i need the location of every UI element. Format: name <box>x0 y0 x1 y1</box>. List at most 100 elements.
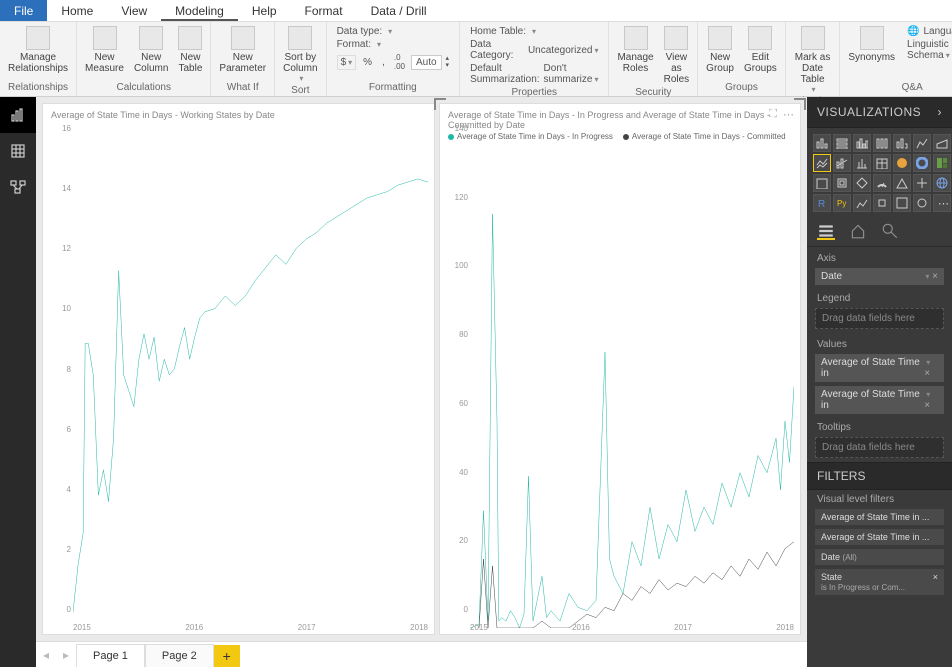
synonyms-button[interactable]: Synonyms <box>844 24 899 65</box>
decimals-stepper[interactable]: Auto <box>411 55 442 70</box>
viz-type-0[interactable] <box>813 134 831 152</box>
linguistic-schema-dropdown[interactable]: Linguistic Schema <box>907 39 952 61</box>
hometable-dropdown[interactable] <box>530 26 536 37</box>
viz-type-23[interactable] <box>853 194 871 212</box>
menu-view[interactable]: View <box>107 0 161 21</box>
view-as-roles-button[interactable]: View as Roles <box>660 24 694 87</box>
new-column-button[interactable]: New Column <box>130 24 172 76</box>
viz-type-17[interactable] <box>873 174 891 192</box>
comma-button[interactable]: , <box>379 56 388 69</box>
remove-value-2[interactable]: × <box>924 400 930 411</box>
filter-avg-state-time-1[interactable]: Average of State Time in ... <box>815 509 944 525</box>
edit-groups-button[interactable]: Edit Groups <box>740 24 781 76</box>
viz-type-9[interactable] <box>853 154 871 172</box>
svg-text:R: R <box>818 199 825 209</box>
menu-file[interactable]: File <box>0 0 47 21</box>
tooltips-field-well[interactable]: Drag data fields here <box>815 437 944 458</box>
axis-field-date[interactable]: Date × <box>815 268 944 285</box>
language-dropdown[interactable]: Language <box>924 26 952 37</box>
group-sort-label: Sort <box>291 85 309 97</box>
viz-type-21[interactable]: R <box>813 194 831 212</box>
decimals-spinner[interactable]: ▴▾ <box>446 55 450 69</box>
datatype-dropdown[interactable] <box>386 26 392 37</box>
menu-modeling[interactable]: Modeling <box>161 0 238 21</box>
data-view-button[interactable] <box>0 133 36 169</box>
viz-type-24[interactable] <box>873 194 891 212</box>
filter-date[interactable]: Date (All) <box>815 549 944 565</box>
remove-axis-field[interactable]: × <box>932 271 938 282</box>
new-measure-button[interactable]: New Measure <box>81 24 128 76</box>
viz-type-13[interactable] <box>933 154 951 172</box>
viz-type-12[interactable] <box>913 154 931 172</box>
remove-state-filter[interactable]: × <box>933 572 938 592</box>
edit-groups-icon <box>748 26 772 50</box>
group-icon <box>708 26 732 50</box>
viz-type-6[interactable] <box>933 134 951 152</box>
page-prev-button[interactable]: ◂ <box>36 648 56 667</box>
menu-help[interactable]: Help <box>238 0 291 21</box>
viz-type-8[interactable] <box>833 154 851 172</box>
datacat-value[interactable]: Uncategorized <box>528 45 599 56</box>
chart-inprogress-committed[interactable]: ⛶ ⋯ Average of State Time in Days - In P… <box>439 103 801 635</box>
more-options-icon[interactable]: ⋯ <box>783 108 794 121</box>
chart1-xaxis: 2015201620172018 <box>73 623 428 632</box>
new-group-button[interactable]: New Group <box>702 24 738 76</box>
group-whatif-label: What If <box>227 82 259 94</box>
filters-header[interactable]: FILTERS <box>807 462 952 490</box>
viz-type-27[interactable]: ⋯ <box>933 194 951 212</box>
new-parameter-button[interactable]: New Parameter <box>215 24 270 76</box>
filter-avg-state-time-2[interactable]: Average of State Time in ... <box>815 529 944 545</box>
viz-type-15[interactable] <box>833 174 851 192</box>
page-tab-1[interactable]: Page 1 <box>76 644 145 667</box>
viz-type-2[interactable] <box>853 134 871 152</box>
viz-type-4[interactable] <box>893 134 911 152</box>
menu-format[interactable]: Format <box>291 0 357 21</box>
defsum-value[interactable]: Don't summarize <box>544 63 599 85</box>
sort-by-column-button[interactable]: Sort by Column <box>279 24 321 85</box>
viz-type-25[interactable] <box>893 194 911 212</box>
viz-type-16[interactable] <box>853 174 871 192</box>
chart-working-states[interactable]: Average of State Time in Days - Working … <box>42 103 435 635</box>
viz-type-7[interactable] <box>813 154 831 172</box>
menu-data-drill[interactable]: Data / Drill <box>357 0 441 21</box>
page-tab-2[interactable]: Page 2 <box>145 644 214 667</box>
viz-type-19[interactable] <box>913 174 931 192</box>
model-view-button[interactable] <box>0 169 36 205</box>
viz-type-20[interactable] <box>933 174 951 192</box>
visualizations-header[interactable]: VISUALIZATIONS› <box>807 97 952 128</box>
currency-button[interactable]: $ <box>337 55 357 70</box>
value-field-2[interactable]: Average of State Time in × <box>815 386 944 414</box>
report-canvas[interactable]: Average of State Time in Days - Working … <box>36 97 807 667</box>
analytics-tab[interactable] <box>881 222 899 240</box>
manage-roles-button[interactable]: Manage Roles <box>613 24 657 76</box>
viz-type-10[interactable] <box>873 154 891 172</box>
value-field-1[interactable]: Average of State Time in × <box>815 354 944 382</box>
roles-icon <box>624 26 648 50</box>
viz-type-22[interactable]: Py <box>833 194 851 212</box>
add-page-button[interactable]: + <box>214 645 240 667</box>
viz-type-11[interactable] <box>893 154 911 172</box>
fields-tab[interactable] <box>817 222 835 240</box>
sort-icon <box>288 26 312 50</box>
manage-relationships-button[interactable]: Manage Relationships <box>4 24 72 76</box>
viz-type-3[interactable] <box>873 134 891 152</box>
focus-mode-icon[interactable]: ⛶ <box>769 108 777 121</box>
viz-type-18[interactable] <box>893 174 911 192</box>
remove-value-1[interactable]: × <box>924 368 930 379</box>
viz-type-1[interactable] <box>833 134 851 152</box>
chart1-yaxis: 1614121086420 <box>49 124 71 614</box>
legend-field-well[interactable]: Drag data fields here <box>815 308 944 329</box>
page-next-button[interactable]: ▸ <box>56 648 76 667</box>
format-dropdown[interactable] <box>375 39 381 50</box>
format-tab[interactable] <box>849 222 867 240</box>
menu-home[interactable]: Home <box>47 0 107 21</box>
filter-state[interactable]: Stateis In Progress or Com...× <box>815 569 944 595</box>
page-tabs: ◂ ▸ Page 1 Page 2 + <box>36 641 807 667</box>
mark-date-table-button[interactable]: Mark as Date Table <box>790 24 836 96</box>
report-view-button[interactable] <box>0 97 36 133</box>
percent-button[interactable]: % <box>360 56 375 69</box>
viz-type-26[interactable] <box>913 194 931 212</box>
viz-type-5[interactable] <box>913 134 931 152</box>
viz-type-14[interactable] <box>813 174 831 192</box>
new-table-button[interactable]: New Table <box>174 24 206 76</box>
